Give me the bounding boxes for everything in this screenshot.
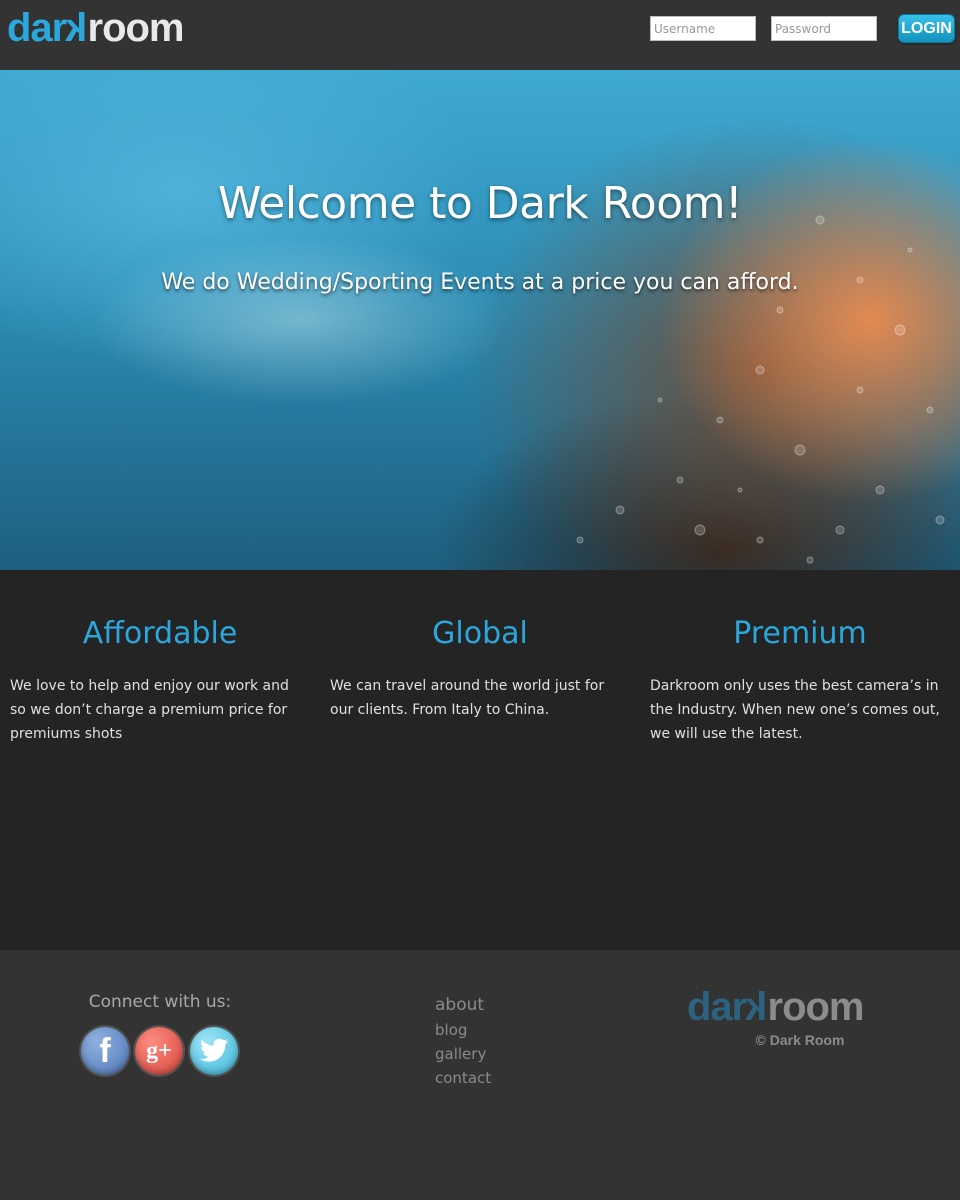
hero-water-droplets [576, 215, 945, 564]
features-section: Affordable We love to help and enjoy our… [0, 570, 960, 950]
google-plus-icon[interactable]: g+ [135, 1027, 183, 1075]
footer-logo-part-dark: dar [687, 985, 747, 1029]
feature-text: Darkroom only uses the best camera’s in … [650, 678, 940, 742]
login-button[interactable]: LOGIN [898, 14, 955, 43]
password-input[interactable] [771, 16, 877, 41]
logo-part-k: k [66, 6, 88, 50]
feature-text: We can travel around the world just for … [330, 678, 605, 718]
feature-title: Affordable [82, 616, 238, 651]
hero-banner: Welcome to Dark Room! We do Wedding/Spor… [0, 70, 960, 570]
connect-label: Connect with us: [88, 992, 232, 1012]
site-footer: Connect with us: f g+ about blog gallery… [0, 950, 960, 1200]
feature-title: Global [432, 616, 528, 651]
footer-link-about[interactable]: about [435, 992, 491, 1018]
twitter-icon[interactable] [190, 1027, 238, 1075]
logo-part-dark: dar [7, 6, 67, 50]
footer-link-gallery[interactable]: gallery [435, 1042, 491, 1066]
hero-title: Welcome to Dark Room! [217, 178, 743, 229]
footer-links: about blog gallery contact [435, 992, 491, 1090]
facebook-icon[interactable]: f [81, 1027, 129, 1075]
footer-logo-part-k: k [746, 985, 768, 1029]
feature-title: Premium [733, 616, 867, 651]
username-input[interactable] [650, 16, 756, 41]
logo-part-room: room [87, 6, 185, 50]
footer-logo-part-room: room [767, 985, 865, 1029]
footer-link-blog[interactable]: blog [435, 1018, 491, 1042]
footer-link-contact[interactable]: contact [435, 1066, 491, 1090]
feature-text: We love to help and enjoy our work and s… [10, 678, 289, 742]
copyright-text: © Dark Room [755, 1032, 845, 1048]
site-header: darkroom LOGIN [0, 0, 960, 70]
site-logo[interactable]: darkroom [7, 4, 185, 52]
twitter-bird-icon [199, 1038, 229, 1062]
footer-logo: darkroom [687, 983, 865, 1031]
hero-subtitle: We do Wedding/Sporting Events at a price… [161, 270, 799, 295]
